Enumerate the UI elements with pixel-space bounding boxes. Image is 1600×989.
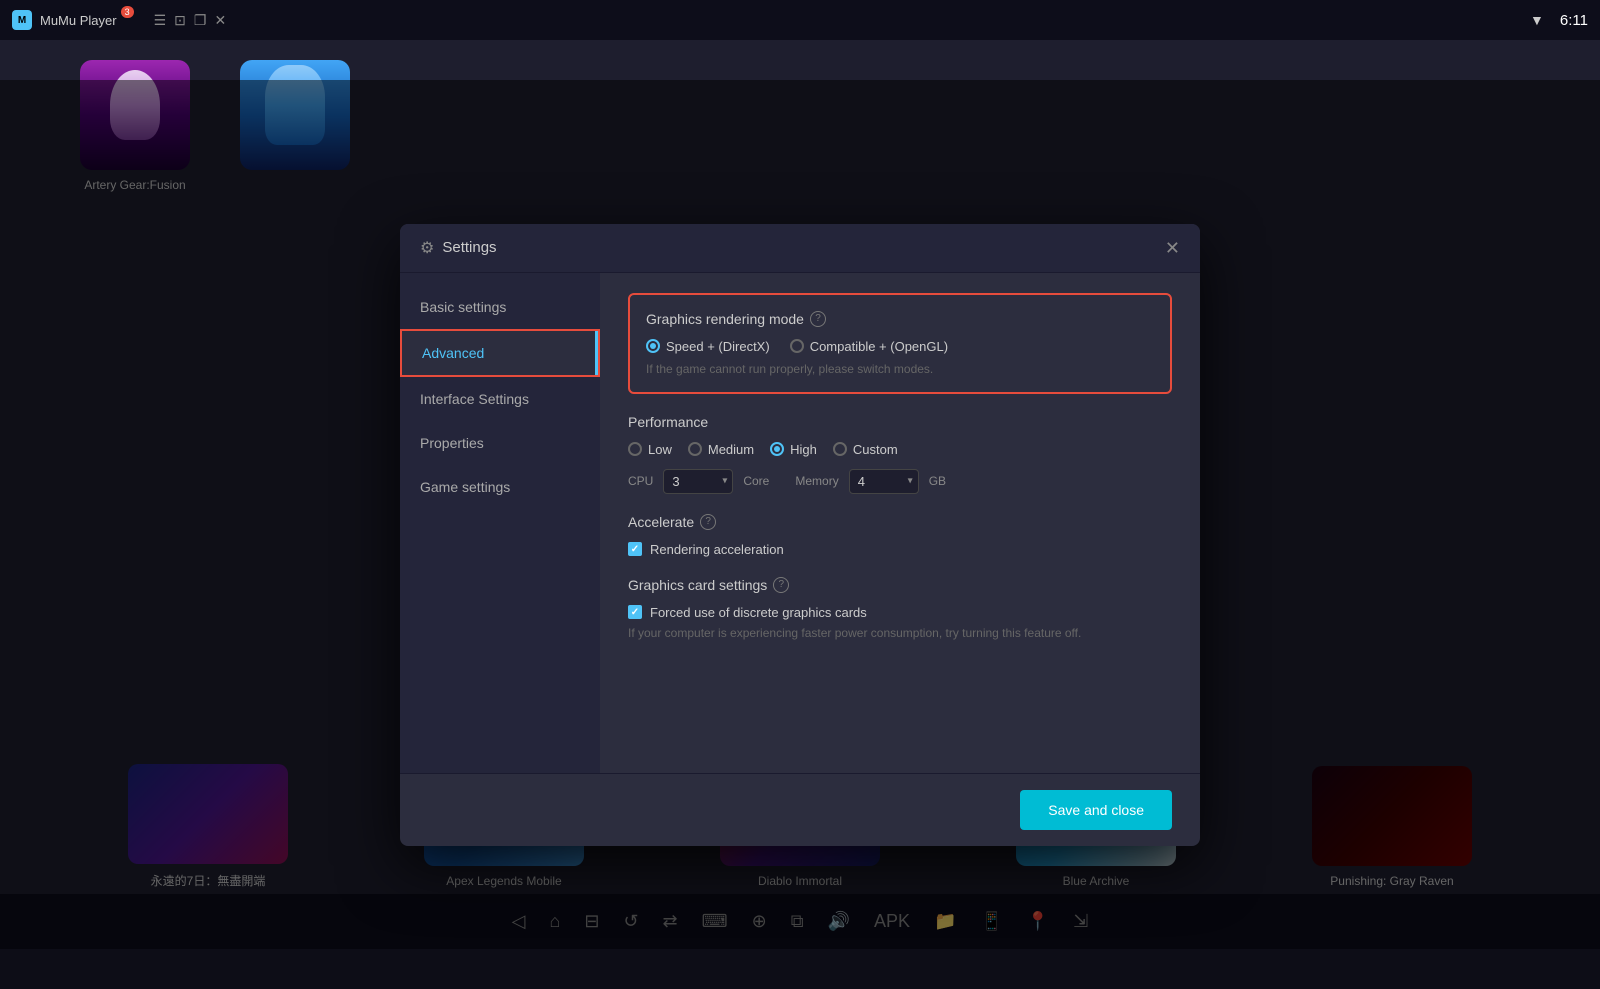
discrete-graphics-checkbox[interactable]: [628, 605, 642, 619]
cpu-memory-row: CPU 3 4 6 8 Core Memory: [628, 469, 1172, 494]
radio-high[interactable]: High: [770, 442, 817, 457]
radio-medium-circle: [688, 442, 702, 456]
rendering-acceleration-row: Rendering acceleration: [628, 542, 1172, 557]
rendering-acceleration-checkbox[interactable]: [628, 542, 642, 556]
notification-badge: 3: [121, 6, 134, 18]
cpu-label: CPU: [628, 474, 653, 488]
cpu-select-wrapper: 3 4 6 8: [663, 469, 733, 494]
close-window-icon[interactable]: ✕: [214, 12, 226, 29]
performance-section: Performance Low Medium: [628, 414, 1172, 494]
top-bar-right: ▼ 6:11: [1530, 12, 1588, 29]
memory-select-wrapper: 4 6 8: [849, 469, 919, 494]
performance-label: Performance: [628, 414, 1172, 430]
wifi-icon: ▼: [1530, 12, 1544, 28]
graphics-rendering-label: Graphics rendering mode ?: [646, 311, 1154, 327]
settings-modal: ⚙ Settings ✕ Basic settings Advanced Int…: [400, 224, 1200, 846]
clock: 6:11: [1560, 12, 1588, 29]
desktop-area: Artery Gear:Fusion 永遠的7日：無盡開端 Apex Legen…: [0, 40, 1600, 949]
window-icon[interactable]: ⊡: [174, 12, 186, 29]
radio-opengl-circle: [790, 339, 804, 353]
modal-header: ⚙ Settings ✕: [400, 224, 1200, 273]
menu-icon[interactable]: ☰: [154, 12, 167, 29]
app-logo: M: [12, 10, 32, 30]
cpu-select[interactable]: 3 4 6 8: [663, 469, 733, 494]
graphics-radio-group: Speed + (DirectX) Compatible + (OpenGL): [646, 339, 1154, 354]
radio-custom-circle: [833, 442, 847, 456]
restore-icon[interactable]: ❐: [194, 12, 207, 29]
nav-advanced[interactable]: Advanced: [400, 329, 600, 377]
radio-opengl[interactable]: Compatible + (OpenGL): [790, 339, 948, 354]
settings-content: Graphics rendering mode ? Speed + (Direc…: [600, 273, 1200, 773]
radio-directx[interactable]: Speed + (DirectX): [646, 339, 770, 354]
accelerate-help-icon[interactable]: ?: [700, 514, 716, 530]
radio-directx-circle: [646, 339, 660, 353]
modal-close-button[interactable]: ✕: [1165, 239, 1180, 257]
top-bar-left: M MuMu Player 3 ☰ ⊡ ❐ ✕: [12, 10, 226, 30]
nav-game-settings[interactable]: Game settings: [400, 465, 600, 509]
app-title: MuMu Player: [40, 13, 117, 28]
nav-properties[interactable]: Properties: [400, 421, 600, 465]
radio-medium[interactable]: Medium: [688, 442, 754, 457]
nav-basic-settings[interactable]: Basic settings: [400, 285, 600, 329]
radio-low-circle: [628, 442, 642, 456]
modal-body: Basic settings Advanced Interface Settin…: [400, 273, 1200, 773]
radio-high-circle: [770, 442, 784, 456]
graphics-card-help-icon[interactable]: ?: [773, 577, 789, 593]
radio-low[interactable]: Low: [628, 442, 672, 457]
memory-label: Memory: [795, 474, 838, 488]
gb-label: GB: [929, 474, 946, 488]
discrete-graphics-label: Forced use of discrete graphics cards: [650, 605, 867, 620]
graphics-card-section: Graphics card settings ? Forced use of d…: [628, 577, 1172, 640]
save-and-close-button[interactable]: Save and close: [1020, 790, 1172, 830]
nav-interface-settings[interactable]: Interface Settings: [400, 377, 600, 421]
core-label: Core: [743, 474, 769, 488]
graphics-card-label: Graphics card settings ?: [628, 577, 1172, 593]
graphics-hint: If the game cannot run properly, please …: [646, 362, 1154, 376]
top-bar: M MuMu Player 3 ☰ ⊡ ❐ ✕ ▼ 6:11: [0, 0, 1600, 40]
graphics-rendering-section: Graphics rendering mode ? Speed + (Direc…: [628, 293, 1172, 394]
performance-radio-group: Low Medium High: [628, 442, 1172, 457]
settings-nav: Basic settings Advanced Interface Settin…: [400, 273, 600, 773]
rendering-acceleration-label: Rendering acceleration: [650, 542, 784, 557]
modal-footer: Save and close: [400, 773, 1200, 846]
graphics-help-icon[interactable]: ?: [810, 311, 826, 327]
settings-gear-icon: ⚙: [420, 238, 434, 258]
memory-select[interactable]: 4 6 8: [849, 469, 919, 494]
modal-title: ⚙ Settings: [420, 238, 497, 258]
discrete-graphics-row: Forced use of discrete graphics cards: [628, 605, 1172, 620]
accelerate-label: Accelerate ?: [628, 514, 1172, 530]
modal-overlay: ⚙ Settings ✕ Basic settings Advanced Int…: [0, 80, 1600, 989]
graphics-card-hint: If your computer is experiencing faster …: [628, 626, 1172, 640]
accelerate-section: Accelerate ? Rendering acceleration: [628, 514, 1172, 557]
radio-custom[interactable]: Custom: [833, 442, 898, 457]
